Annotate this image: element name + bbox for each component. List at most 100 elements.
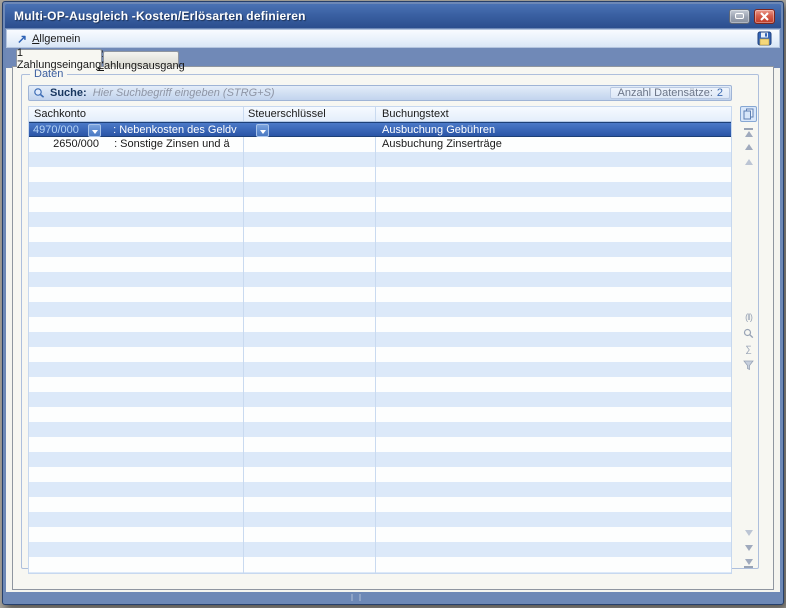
empty-cell: [244, 362, 376, 377]
empty-cell: [29, 497, 244, 512]
header-buchungstext[interactable]: Buchungstext: [376, 107, 731, 121]
empty-cell: [244, 317, 376, 332]
empty-cell: [376, 347, 731, 362]
empty-cell: [244, 377, 376, 392]
sachkonto-description: : Nebenkosten des Geldv: [113, 124, 237, 136]
tab-zahlungseingang-label: 1 Zahlungseingang: [17, 47, 101, 71]
empty-cell: [376, 152, 731, 167]
empty-cell: [376, 512, 731, 527]
sachkonto-dropdown-button[interactable]: [88, 124, 101, 137]
title-bar[interactable]: Multi-OP-Ausgleich -Kosten/Erlösarten de…: [5, 4, 781, 28]
jump-arrow-icon: ↗: [17, 33, 27, 45]
empty-cell: [376, 167, 731, 182]
empty-cell: [244, 257, 376, 272]
cell-sachkonto[interactable]: 4970/000 : Nebenkosten des Geldv: [29, 123, 244, 136]
empty-cell: [376, 497, 731, 512]
empty-cell: [29, 212, 244, 227]
empty-cell: [29, 557, 244, 572]
table-empty-row: [29, 182, 731, 197]
table-empty-row: [29, 197, 731, 212]
restore-icon: [735, 13, 744, 19]
table-empty-row: [29, 542, 731, 557]
empty-cell: [376, 242, 731, 257]
record-count-value: 2: [717, 87, 723, 99]
empty-cell: [244, 467, 376, 482]
empty-cell: [376, 482, 731, 497]
empty-cell: [244, 272, 376, 287]
tab-zahlungseingang[interactable]: 1 Zahlungseingang: [16, 49, 102, 67]
dialog-window: Multi-OP-Ausgleich -Kosten/Erlösarten de…: [2, 1, 784, 605]
tab-zahlungsausgang[interactable]: 2 Zahlungsausgang: [103, 51, 179, 67]
copy-icon[interactable]: [740, 106, 757, 122]
empty-cell: [376, 437, 731, 452]
table-empty-row: [29, 152, 731, 167]
header-steuerschluessel[interactable]: Steuerschlüssel: [244, 107, 376, 121]
table-empty-row: [29, 257, 731, 272]
record-count: Anzahl Datensätze: 2: [610, 87, 730, 99]
empty-cell: [244, 212, 376, 227]
table-empty-row: [29, 287, 731, 302]
sachkonto-combo-value[interactable]: 4970/000: [29, 123, 85, 138]
table-empty-row: [29, 362, 731, 377]
empty-cell: [29, 287, 244, 302]
table-empty-row: [29, 527, 731, 542]
grid-header: Sachkonto Steuerschlüssel Buchungstext: [29, 107, 731, 122]
empty-cell: [244, 557, 376, 572]
table-empty-row: [29, 392, 731, 407]
sachkonto-description: : Sonstige Zinsen und ä: [114, 138, 230, 150]
table-empty-row: [29, 377, 731, 392]
table-empty-row: [29, 167, 731, 182]
page-up-icon[interactable]: [740, 140, 757, 154]
table-row-selected[interactable]: 4970/000 : Nebenkosten des Geldv Ausbuch…: [29, 122, 731, 137]
empty-cell: [376, 452, 731, 467]
scroll-to-top-icon[interactable]: [740, 125, 757, 139]
empty-cell: [244, 152, 376, 167]
grid-search-icon[interactable]: [740, 326, 757, 340]
empty-cell: [376, 572, 731, 574]
cell-sachkonto[interactable]: 2650/000 : Sonstige Zinsen und ä: [29, 137, 244, 152]
empty-cell: [29, 482, 244, 497]
record-count-label: Anzahl Datensätze:: [617, 87, 712, 99]
table-row[interactable]: 2650/000 : Sonstige Zinsen und ä Ausbuch…: [29, 137, 731, 152]
cell-buchungstext[interactable]: Ausbuchung Gebühren: [376, 123, 731, 136]
save-button[interactable]: [755, 31, 773, 47]
empty-cell: [244, 242, 376, 257]
empty-cell: [29, 527, 244, 542]
table-empty-row: [29, 497, 731, 512]
fit-columns-icon[interactable]: (‖): [740, 310, 757, 324]
empty-cell: [29, 152, 244, 167]
cell-steuerschluessel[interactable]: [244, 137, 376, 152]
table-empty-row: [29, 317, 731, 332]
search-input[interactable]: Hier Suchbegriff eingeben (STRG+S): [93, 87, 275, 99]
empty-cell: [244, 422, 376, 437]
empty-cell: [29, 167, 244, 182]
move-down-icon[interactable]: [740, 526, 757, 540]
window-resize-notch[interactable]: [351, 594, 361, 601]
sum-icon[interactable]: ∑: [740, 342, 757, 356]
empty-cell: [29, 257, 244, 272]
filter-icon[interactable]: [740, 358, 757, 372]
search-bar[interactable]: Suche: Hier Suchbegriff eingeben (STRG+S…: [28, 85, 732, 101]
empty-cell: [29, 362, 244, 377]
empty-cell: [29, 437, 244, 452]
empty-cell: [29, 317, 244, 332]
cell-buchungstext[interactable]: Ausbuchung Zinserträge: [376, 137, 731, 152]
table-empty-row: [29, 482, 731, 497]
restore-button[interactable]: [729, 9, 750, 24]
table-empty-row: [29, 467, 731, 482]
empty-cell: [29, 377, 244, 392]
steuerschluessel-dropdown-button[interactable]: [256, 124, 269, 137]
tab-zahlungsausgang-label: 2 Zahlungsausgang: [97, 48, 184, 72]
page-down-icon[interactable]: [740, 541, 757, 555]
header-sachkonto[interactable]: Sachkonto: [29, 107, 244, 121]
scroll-to-bottom-icon[interactable]: [740, 556, 757, 570]
empty-cell: [376, 377, 731, 392]
empty-cell: [376, 257, 731, 272]
menu-allgemein[interactable]: ↗ Allgemein: [13, 32, 84, 46]
empty-cell: [29, 452, 244, 467]
empty-cell: [29, 332, 244, 347]
cell-steuerschluessel[interactable]: [244, 123, 376, 136]
move-up-icon[interactable]: [740, 155, 757, 169]
empty-cell: [244, 407, 376, 422]
close-button[interactable]: [754, 9, 775, 24]
